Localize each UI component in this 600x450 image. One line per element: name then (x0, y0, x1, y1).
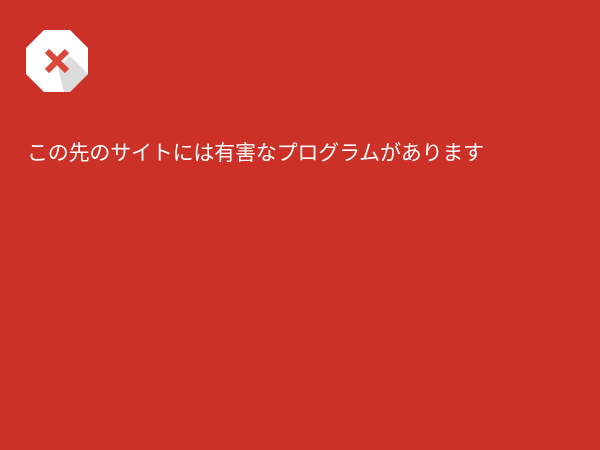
interstitial-page: この先のサイトには有害なプログラムがあります (0, 0, 600, 450)
page-title: この先のサイトには有害なプログラムがあります (27, 141, 484, 165)
warning-stop-icon (25, 29, 89, 93)
